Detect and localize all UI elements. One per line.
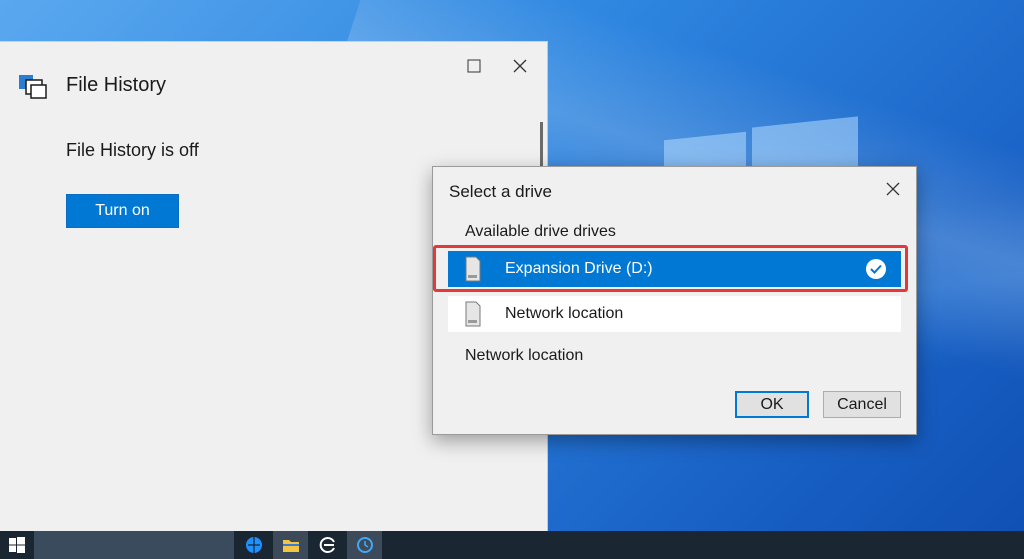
- turn-on-button[interactable]: Turn on: [66, 194, 179, 228]
- maximize-button[interactable]: [460, 54, 488, 78]
- ok-button[interactable]: OK: [735, 391, 809, 418]
- edge-icon: [245, 537, 262, 553]
- taskbar-browser[interactable]: [310, 531, 345, 559]
- close-icon: [886, 182, 900, 196]
- drive-list-item[interactable]: Network location: [448, 296, 901, 332]
- cancel-button[interactable]: Cancel: [823, 391, 901, 418]
- maximize-icon: [467, 59, 481, 73]
- select-drive-dialog: Select a drive Available drive drives Ex…: [432, 166, 917, 435]
- drive-icon: [465, 301, 481, 327]
- browser-icon: [319, 537, 335, 553]
- taskbar-edge[interactable]: [236, 531, 271, 559]
- file-history-icon: [356, 537, 373, 553]
- start-button[interactable]: [0, 531, 34, 559]
- network-location-link[interactable]: Network location: [465, 347, 583, 365]
- taskbar-file-history[interactable]: [347, 531, 382, 559]
- taskbar: [0, 531, 1024, 559]
- close-icon: [513, 59, 527, 73]
- window-title: File History: [66, 74, 167, 96]
- start-icon: [9, 537, 25, 553]
- drive-label: Network location: [505, 305, 624, 322]
- close-button[interactable]: [506, 54, 534, 78]
- status-text: File History is off: [66, 140, 199, 160]
- file-history-icon: [18, 72, 48, 100]
- dialog-title: Select a drive: [449, 182, 552, 201]
- dialog-close-button[interactable]: [881, 177, 905, 201]
- file-explorer-icon: [282, 540, 299, 552]
- available-drives-heading: Available drive drives: [465, 223, 616, 240]
- taskbar-file-explorer[interactable]: [273, 531, 308, 559]
- selection-highlight: [433, 245, 908, 292]
- search-box[interactable]: [34, 531, 234, 559]
